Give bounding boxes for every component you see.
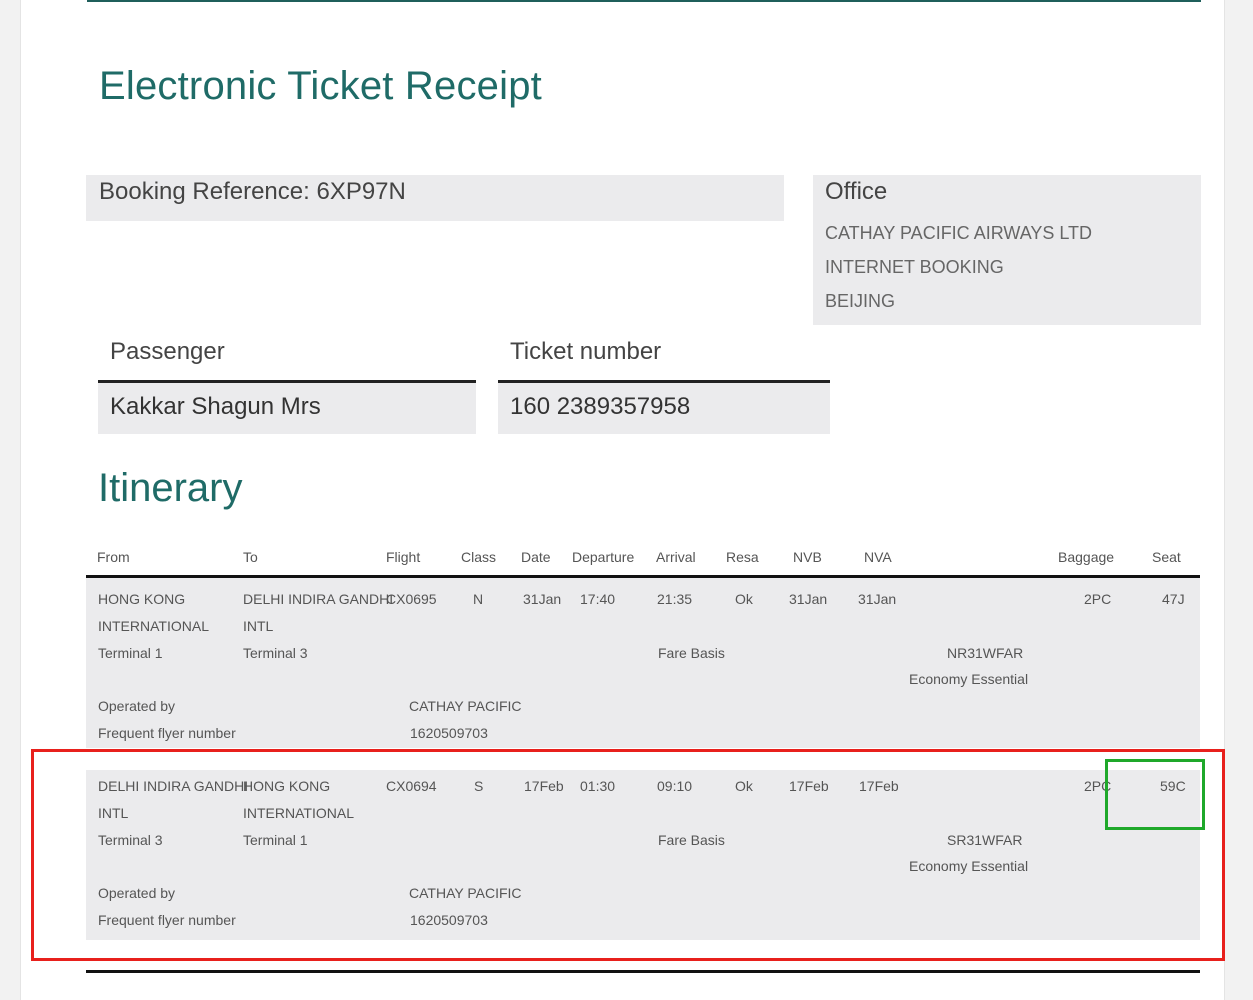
office-title: Office [825,178,888,205]
itinerary-bottom-divider [86,970,1200,973]
office-line: BEIJING [825,291,896,311]
seat-highlight-annotation [1105,759,1205,830]
to-airport: INTL [243,618,274,634]
fare-basis-label: Fare Basis [658,645,725,661]
office-line: CATHAY PACIFIC AIRWAYS LTD [825,223,1093,243]
column-header-nvb: NVB [793,549,822,565]
column-header-flight: Flight [386,549,421,565]
column-header-seat: Seat [1152,549,1181,565]
itinerary-title: Itinerary [98,466,243,510]
frequent-flyer-number: 1620509703 [410,725,488,741]
from-terminal: Terminal 1 [98,645,163,661]
fare-family: Economy Essential [909,671,1029,687]
office-line: INTERNET BOOKING [825,257,1004,277]
reservation-status: Ok [735,591,753,607]
flight-number: CX0695 [386,591,437,607]
operated-by-label: Operated by [98,698,176,714]
column-header-baggage: Baggage [1058,549,1115,565]
column-header-from: From [97,549,130,565]
not-valid-before: 31Jan [789,591,828,607]
column-header-resa: Resa [726,549,759,565]
column-header-departure: Departure [572,549,635,565]
column-header-date: Date [521,549,551,565]
from-airport: INTERNATIONAL [98,618,209,634]
fare-basis-code: NR31WFAR [947,645,1024,661]
from-city: HONG KONG [98,591,186,607]
baggage-allowance: 2PC [1084,591,1112,607]
ticket-number-box: 160 2389357958 [498,383,830,434]
departure-time: 17:40 [580,591,616,607]
passenger-label: Passenger [110,338,225,365]
top-divider [87,0,1201,2]
arrival-time: 21:35 [657,591,693,607]
ticket-number-label: Ticket number [510,338,662,365]
flight-date: 31Jan [523,591,562,607]
segment-highlight-annotation [31,749,1225,961]
column-header-nva: NVA [864,549,892,565]
passenger-box: Kakkar Shagun Mrs [98,383,476,434]
office-box: Office CATHAY PACIFIC AIRWAYS LTD INTERN… [813,175,1201,325]
column-header-arrival: Arrival [656,549,696,565]
flight-segment: HONG KONG INTERNATIONAL Terminal 1 DELHI… [86,578,1200,748]
column-header-to: To [243,549,258,565]
booking-reference: Booking Reference: 6XP97N [99,178,406,205]
column-header-class: Class [461,549,497,565]
booking-class: N [473,591,484,607]
to-city: DELHI INDIRA GANDHI [243,591,394,607]
seat-number: 47J [1162,591,1185,607]
to-terminal: Terminal 3 [243,645,308,661]
passenger-name: Kakkar Shagun Mrs [110,393,321,420]
ticket-number: 160 2389357958 [510,393,691,420]
operating-carrier: CATHAY PACIFIC [409,698,522,714]
page-title: Electronic Ticket Receipt [99,64,542,108]
not-valid-after: 31Jan [858,591,897,607]
frequent-flyer-label: Frequent flyer number [98,725,236,741]
booking-reference-box: Booking Reference: 6XP97N [86,175,784,221]
